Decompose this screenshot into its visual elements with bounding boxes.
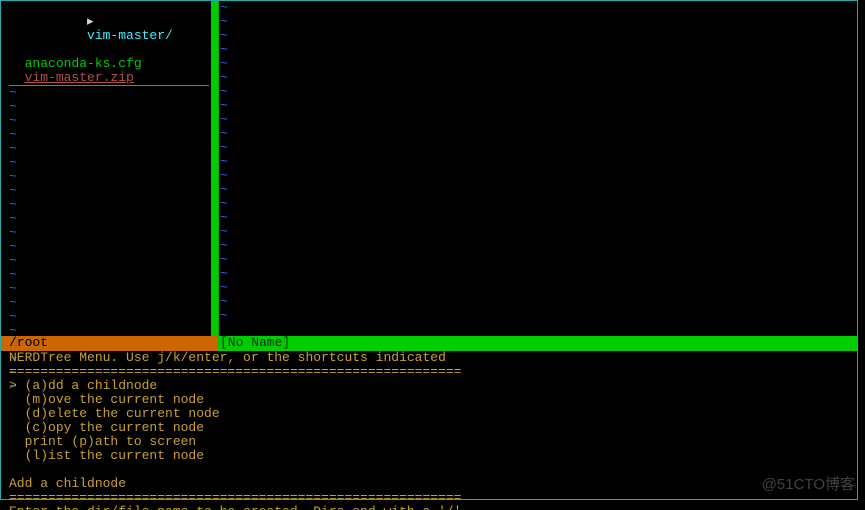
tilde-line: ~ (9, 170, 211, 184)
vertical-split-bar[interactable] (211, 1, 218, 336)
tilde-line: ~ (220, 267, 857, 281)
tilde-line: ~ (9, 86, 211, 100)
tree-file-1[interactable]: vim-master.zip (1, 71, 211, 85)
tilde-line: ~ (9, 226, 211, 240)
vim-terminal: ▸ vim-master/ anaconda-ks.cfg vim-master… (0, 0, 858, 500)
tilde-line: ~ (9, 156, 211, 170)
tilde-line: ~ (9, 282, 211, 296)
menu-divider-top: ========================================… (9, 365, 849, 379)
menu-item-0[interactable]: (a)dd a childnode (9, 379, 849, 393)
tilde-line: ~ (220, 281, 857, 295)
menu-item-5[interactable]: (l)ist the current node (9, 449, 849, 463)
menu-item-4[interactable]: print (p)ath to screen (9, 435, 849, 449)
menu-item-3[interactable]: (c)opy the current node (9, 421, 849, 435)
tilde-line: ~ (9, 296, 211, 310)
menu-item-2[interactable]: (d)elete the current node (9, 407, 849, 421)
tilde-line: ~ (220, 57, 857, 71)
tilde-line: ~ (220, 43, 857, 57)
tilde-line: ~ (9, 212, 211, 226)
tilde-line: ~ (220, 85, 857, 99)
tree-file-0[interactable]: anaconda-ks.cfg (1, 57, 211, 71)
tree-file-label: anaconda-ks.cfg (25, 56, 142, 71)
tilde-line: ~ (9, 142, 211, 156)
tilde-line: ~ (220, 155, 857, 169)
menu-prompt: Enter the dir/file name to be created. D… (9, 505, 849, 510)
tilde-line: ~ (9, 184, 211, 198)
status-right: [No Name] (218, 336, 857, 351)
tilde-line: ~ (220, 71, 857, 85)
tree-file-label: vim-master.zip (25, 70, 134, 85)
tilde-line: ~ (9, 100, 211, 114)
tilde-line: ~ (220, 211, 857, 225)
tilde-line: ~ (220, 183, 857, 197)
tilde-line: ~ (220, 29, 857, 43)
tilde-line: ~ (220, 197, 857, 211)
tilde-line: ~ (220, 295, 857, 309)
menu-divider-bottom: ========================================… (9, 491, 849, 505)
tree-root-label: vim-master/ (87, 28, 173, 43)
editor-pane[interactable]: ~~~~~~~~~~~~~~~~~~~~~~~ (218, 1, 857, 336)
tilde-line: ~ (220, 15, 857, 29)
tilde-line: ~ (220, 225, 857, 239)
tilde-line: ~ (9, 114, 211, 128)
nerdtree-pane[interactable]: ▸ vim-master/ anaconda-ks.cfg vim-master… (1, 1, 211, 336)
tilde-line: ~ (220, 127, 857, 141)
nerdtree-menu: NERDTree Menu. Use j/k/enter, or the sho… (1, 351, 857, 510)
tilde-line: ~ (220, 141, 857, 155)
empty-lines-right: ~~~~~~~~~~~~~~~~~~~~~~~ (220, 1, 857, 323)
nerdtree-file-list: ▸ vim-master/ anaconda-ks.cfg vim-master… (1, 1, 211, 86)
tilde-line: ~ (220, 253, 857, 267)
tilde-line: ~ (220, 239, 857, 253)
tilde-line: ~ (220, 99, 857, 113)
tilde-line: ~ (9, 254, 211, 268)
menu-action-label: Add a childnode (9, 477, 849, 491)
tilde-line: ~ (220, 1, 857, 15)
tree-root-line[interactable]: ▸ vim-master/ (1, 1, 211, 57)
tree-collapse-icon: ▸ (87, 14, 94, 29)
tilde-line: ~ (9, 198, 211, 212)
tilde-line: ~ (9, 310, 211, 324)
tilde-line: ~ (9, 268, 211, 282)
menu-item-1[interactable]: (m)ove the current node (9, 393, 849, 407)
tilde-line: ~ (220, 113, 857, 127)
split-panes: ▸ vim-master/ anaconda-ks.cfg vim-master… (1, 1, 857, 336)
tilde-line: ~ (220, 169, 857, 183)
menu-title: NERDTree Menu. Use j/k/enter, or the sho… (9, 351, 849, 365)
tilde-line: ~ (220, 309, 857, 323)
tilde-line: ~ (9, 240, 211, 254)
menu-items[interactable]: (a)dd a childnode(m)ove the current node… (9, 379, 849, 463)
status-left: /root (1, 336, 218, 351)
tilde-line: ~ (9, 128, 211, 142)
status-bar: /root [No Name] (1, 336, 857, 351)
